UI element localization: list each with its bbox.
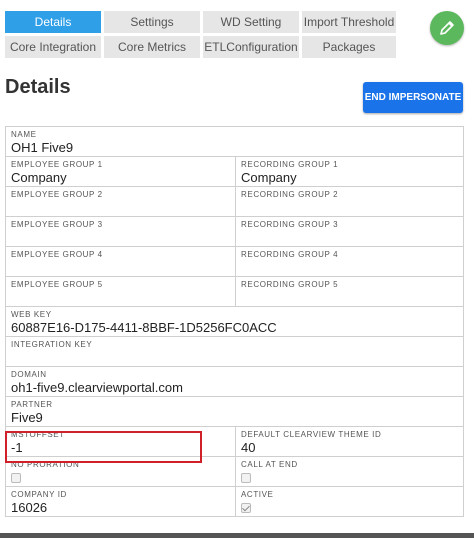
employee-group-2-field[interactable]: EMPLOYEE GROUP 2	[6, 187, 235, 216]
tab-etl-configuration[interactable]: ETLConfiguration	[203, 36, 299, 58]
default-theme-id-field[interactable]: DEFAULT CLEARVIEW THEME ID 40	[235, 427, 463, 456]
field-row-partner: PARTNER Five9	[6, 397, 463, 427]
partner-value: Five9	[11, 410, 43, 425]
tab-details[interactable]: Details	[5, 11, 101, 33]
mstoffset-field[interactable]: MSTOFFSET -1	[6, 427, 235, 456]
employee-group-1-label: EMPLOYEE GROUP 1	[11, 160, 103, 169]
recording-group-4-label: RECORDING GROUP 4	[241, 250, 339, 259]
recording-group-4-field[interactable]: RECORDING GROUP 4	[235, 247, 463, 276]
field-row-group-2: EMPLOYEE GROUP 2 RECORDING GROUP 2	[6, 187, 463, 217]
recording-group-5-label: RECORDING GROUP 5	[241, 280, 339, 289]
recording-group-2-label: RECORDING GROUP 2	[241, 190, 339, 199]
active-checkbox[interactable]	[241, 503, 251, 513]
field-row-company: COMPANY ID 16026 ACTIVE	[6, 487, 463, 517]
call-at-end-label: CALL AT END	[241, 460, 298, 469]
name-label: NAME	[11, 130, 37, 139]
tab-settings[interactable]: Settings	[104, 11, 200, 33]
active-label: ACTIVE	[241, 490, 274, 499]
domain-value: oh1-five9.clearviewportal.com	[11, 380, 183, 395]
company-id-field[interactable]: COMPANY ID 16026	[6, 487, 235, 516]
active-field: ACTIVE	[235, 487, 463, 516]
field-row-integration-key: INTEGRATION KEY	[6, 337, 463, 367]
tab-import-threshold[interactable]: Import Threshold	[302, 11, 396, 33]
recording-group-2-field[interactable]: RECORDING GROUP 2	[235, 187, 463, 216]
name-field[interactable]: NAME OH1 Five9	[6, 127, 463, 156]
call-at-end-checkbox[interactable]	[241, 473, 251, 483]
mstoffset-label: MSTOFFSET	[11, 430, 65, 439]
tab-wd-setting[interactable]: WD Setting	[203, 11, 299, 33]
recording-group-1-label: RECORDING GROUP 1	[241, 160, 339, 169]
employee-group-3-field[interactable]: EMPLOYEE GROUP 3	[6, 217, 235, 246]
employee-group-1-value: Company	[11, 170, 67, 185]
field-row-offset: MSTOFFSET -1 DEFAULT CLEARVIEW THEME ID …	[6, 427, 463, 457]
field-row-group-4: EMPLOYEE GROUP 4 RECORDING GROUP 4	[6, 247, 463, 277]
tab-packages[interactable]: Packages	[302, 36, 396, 58]
employee-group-3-label: EMPLOYEE GROUP 3	[11, 220, 103, 229]
recording-group-1-value: Company	[241, 170, 297, 185]
employee-group-1-field[interactable]: EMPLOYEE GROUP 1 Company	[6, 157, 235, 186]
mstoffset-value: -1	[11, 440, 23, 455]
recording-group-5-field[interactable]: RECORDING GROUP 5	[235, 277, 463, 306]
details-form: NAME OH1 Five9 EMPLOYEE GROUP 1 Company …	[5, 126, 464, 517]
tab-row-1: Details Settings WD Setting Import Thres…	[5, 11, 397, 33]
tab-core-integration[interactable]: Core Integration	[5, 36, 101, 58]
field-row-web-key: WEB KEY 60887E16-D175-4411-8BBF-1D5256FC…	[6, 307, 463, 337]
tab-row-2: Core Integration Core Metrics ETLConfigu…	[5, 36, 397, 58]
recording-group-3-field[interactable]: RECORDING GROUP 3	[235, 217, 463, 246]
partner-label: PARTNER	[11, 400, 53, 409]
call-at-end-field: CALL AT END	[235, 457, 463, 486]
pencil-icon	[440, 21, 454, 35]
page-title: Details	[5, 76, 71, 98]
web-key-label: WEB KEY	[11, 310, 52, 319]
name-value: OH1 Five9	[11, 140, 74, 155]
web-key-value: 60887E16-D175-4411-8BBF-1D5256FC0ACC	[11, 320, 277, 335]
field-row-group-3: EMPLOYEE GROUP 3 RECORDING GROUP 3	[6, 217, 463, 247]
field-row-domain: DOMAIN oh1-five9.clearviewportal.com	[6, 367, 463, 397]
field-row-flags: NO PRORATION CALL AT END	[6, 457, 463, 487]
employee-group-5-label: EMPLOYEE GROUP 5	[11, 280, 103, 289]
default-theme-id-value: 40	[241, 440, 256, 455]
employee-group-2-label: EMPLOYEE GROUP 2	[11, 190, 103, 199]
integration-key-field[interactable]: INTEGRATION KEY	[6, 337, 463, 366]
domain-field[interactable]: DOMAIN oh1-five9.clearviewportal.com	[6, 367, 463, 396]
no-proration-label: NO PRORATION	[11, 460, 80, 469]
recording-group-1-field[interactable]: RECORDING GROUP 1 Company	[235, 157, 463, 186]
company-id-label: COMPANY ID	[11, 490, 67, 499]
default-theme-id-label: DEFAULT CLEARVIEW THEME ID	[241, 430, 382, 439]
field-row-group-1: EMPLOYEE GROUP 1 Company RECORDING GROUP…	[6, 157, 463, 187]
domain-label: DOMAIN	[11, 370, 47, 379]
employee-group-4-field[interactable]: EMPLOYEE GROUP 4	[6, 247, 235, 276]
tab-bar: Details Settings WD Setting Import Thres…	[5, 11, 397, 61]
end-impersonate-button[interactable]: END IMPERSONATE	[363, 82, 463, 113]
no-proration-checkbox[interactable]	[11, 473, 21, 483]
company-id-value: 16026	[11, 500, 48, 515]
web-key-field[interactable]: WEB KEY 60887E16-D175-4411-8BBF-1D5256FC…	[6, 307, 463, 336]
no-proration-field: NO PRORATION	[6, 457, 235, 486]
tab-core-metrics[interactable]: Core Metrics	[104, 36, 200, 58]
bottom-border	[0, 533, 474, 538]
integration-key-label: INTEGRATION KEY	[11, 340, 93, 349]
employee-group-4-label: EMPLOYEE GROUP 4	[11, 250, 103, 259]
edit-button[interactable]	[430, 11, 464, 45]
partner-field[interactable]: PARTNER Five9	[6, 397, 463, 426]
field-row-group-5: EMPLOYEE GROUP 5 RECORDING GROUP 5	[6, 277, 463, 307]
employee-group-5-field[interactable]: EMPLOYEE GROUP 5	[6, 277, 235, 306]
field-row-name: NAME OH1 Five9	[6, 127, 463, 157]
recording-group-3-label: RECORDING GROUP 3	[241, 220, 339, 229]
